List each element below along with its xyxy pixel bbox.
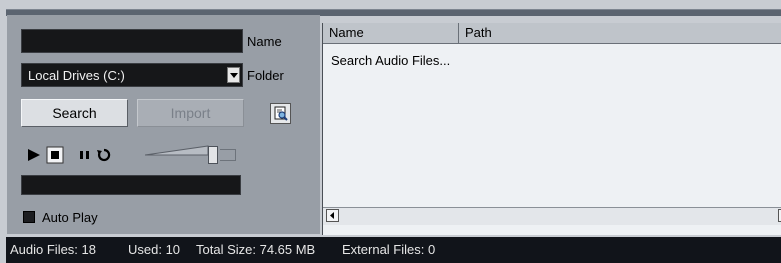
status-external-files: External Files: 0	[342, 242, 436, 257]
auto-play-checkbox[interactable]	[23, 211, 35, 223]
name-label: Name	[247, 34, 282, 49]
search-button[interactable]: Search	[21, 99, 128, 127]
position-bar[interactable]	[21, 175, 241, 195]
stop-icon[interactable]	[46, 145, 66, 165]
status-total-size: Total Size: 74.65 MB	[196, 242, 316, 257]
folder-select-value: Local Drives (C:)	[28, 68, 125, 83]
status-bar: Audio Files: 18 Used: 10 Total Size: 74.…	[6, 237, 781, 263]
loop-icon[interactable]	[96, 145, 112, 165]
name-search-input[interactable]	[21, 29, 243, 53]
play-icon[interactable]	[27, 145, 41, 165]
results-row[interactable]: Search Audio Files...	[331, 53, 450, 68]
chevron-down-icon[interactable]	[227, 67, 240, 83]
column-header-path[interactable]: Path	[459, 23, 781, 43]
column-header-name[interactable]: Name	[323, 23, 459, 43]
status-used: Used: 10	[128, 242, 181, 257]
folder-select[interactable]: Local Drives (C:)	[21, 63, 243, 87]
pause-icon[interactable]	[79, 145, 91, 165]
search-results-list: Name Path Search Audio Files...	[322, 23, 781, 235]
auto-play-label: Auto Play	[42, 210, 98, 225]
volume-slider-ramp	[145, 145, 209, 156]
folder-label: Folder	[247, 68, 284, 83]
volume-slider-handle[interactable]	[208, 146, 218, 164]
locate-folder-button[interactable]	[270, 103, 291, 124]
volume-slider-end	[220, 149, 236, 161]
chevron-left-icon	[330, 212, 334, 219]
scroll-left-button[interactable]	[326, 209, 339, 222]
import-button[interactable]: Import	[137, 99, 244, 127]
results-header: Name Path	[323, 23, 781, 44]
status-audio-files: Audio Files: 18	[10, 242, 96, 257]
horizontal-scrollbar[interactable]	[323, 207, 781, 225]
